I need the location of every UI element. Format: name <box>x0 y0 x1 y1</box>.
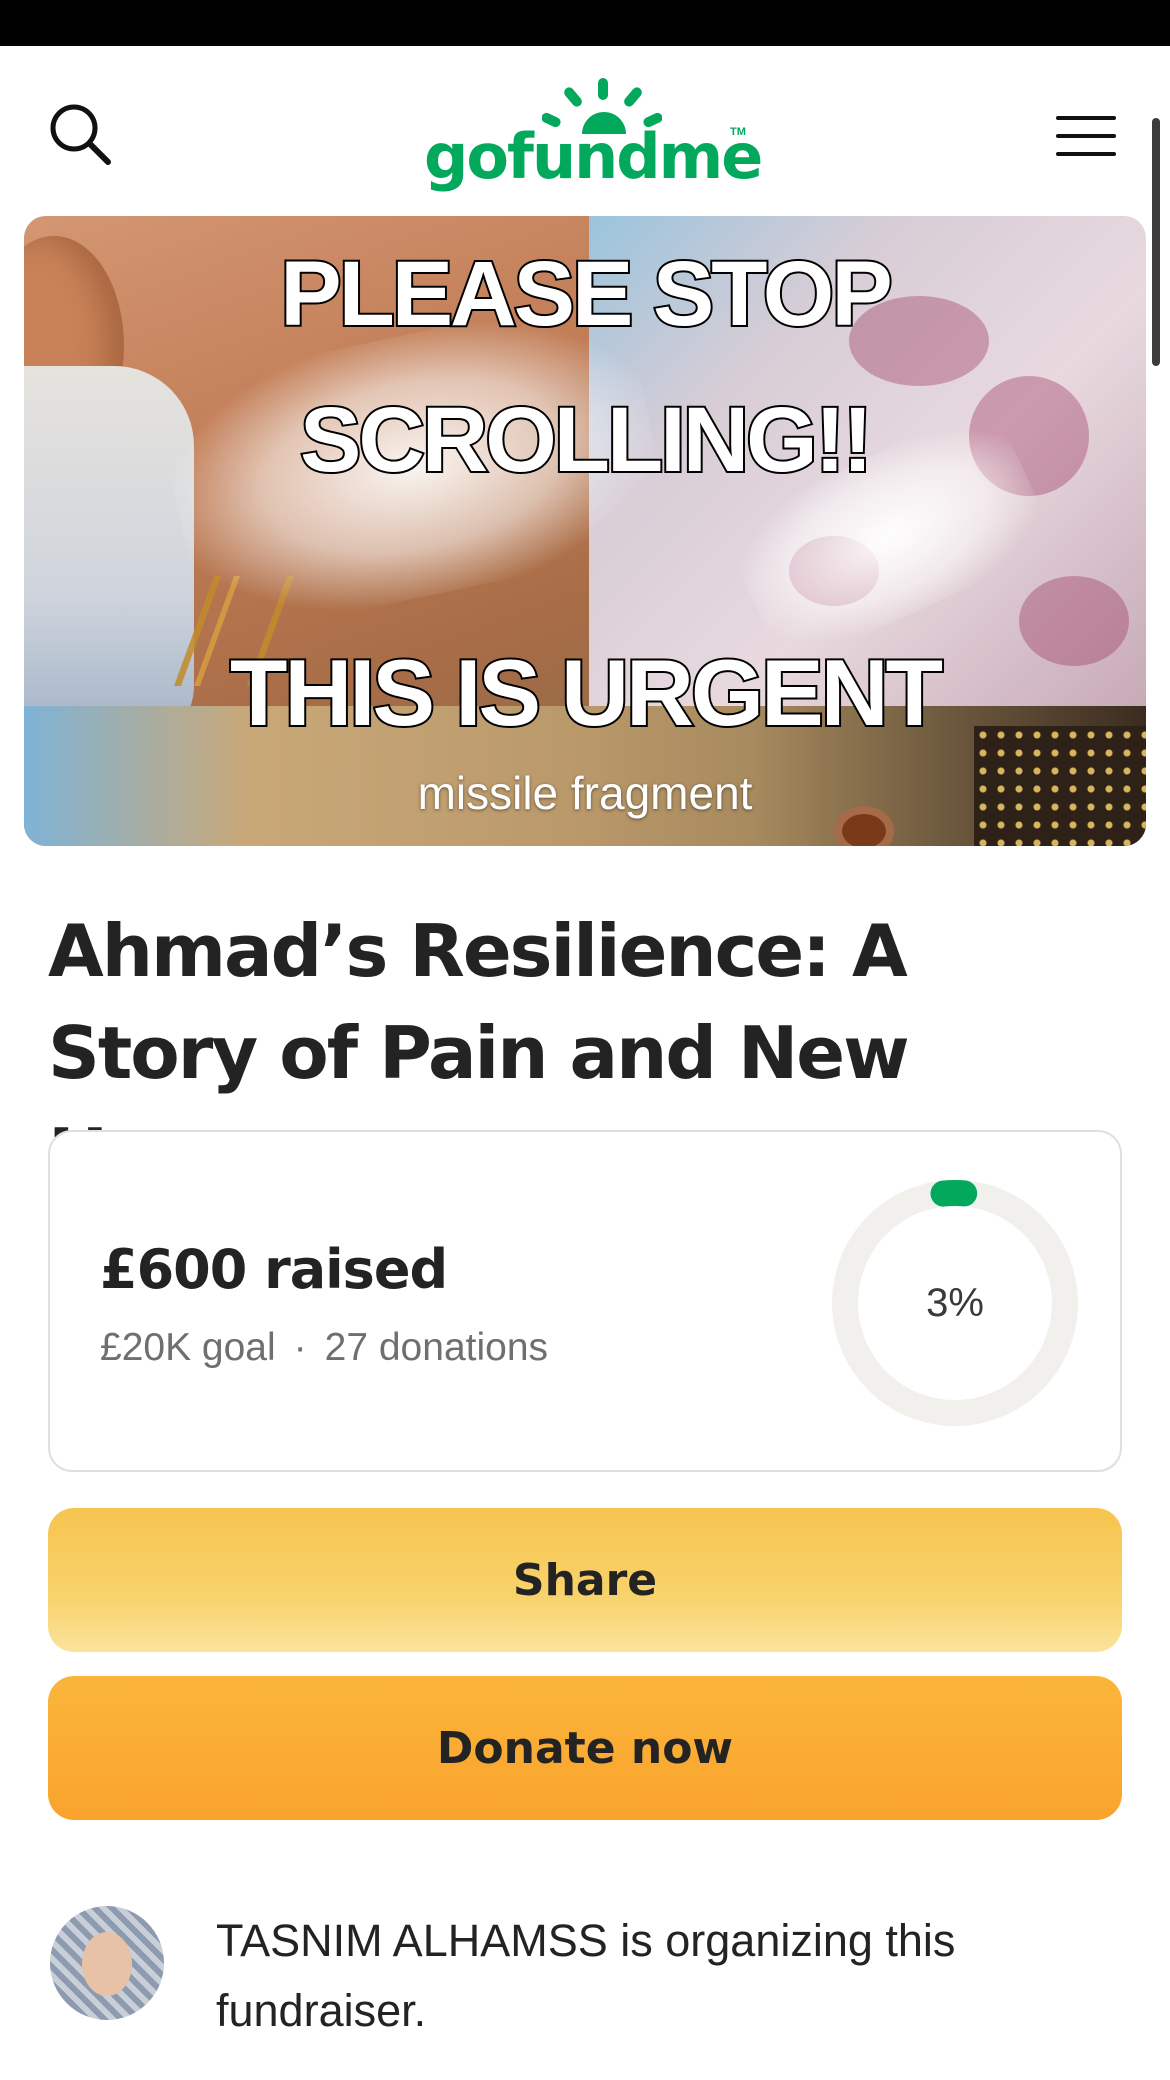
menu-button[interactable] <box>1050 106 1122 166</box>
organizer-avatar[interactable] <box>50 1906 164 2020</box>
hero-headline-1: PLEASE STOP <box>278 243 894 345</box>
donate-button[interactable]: Donate now <box>48 1676 1122 1820</box>
organizer-text: TASNIM ALHAMSS is organizing this fundra… <box>216 1915 956 2036</box>
logo-text: gofundme <box>424 120 763 193</box>
gofundme-logo[interactable]: gofundme TM <box>424 76 763 206</box>
hero-image[interactable]: PLEASE STOP SCROLLING!! THIS IS URGENT m… <box>24 216 1146 846</box>
header: gofundme TM <box>0 46 1170 214</box>
hamburger-menu-icon <box>1056 116 1116 156</box>
search-icon <box>50 104 111 165</box>
amount-raised: £600 raised <box>100 1238 448 1301</box>
hero-caption: missile fragment <box>417 767 753 819</box>
hero-headline-3: THIS IS URGENT <box>228 640 945 745</box>
donation-count: 27 donations <box>324 1326 549 1369</box>
search-button[interactable] <box>46 100 118 172</box>
organizer-info: TASNIM ALHAMSS is organizing this fundra… <box>48 1906 1122 2046</box>
separator-dot: · <box>293 1326 307 1369</box>
hero-headline-2: SCROLLING!! <box>298 389 875 491</box>
scrollbar[interactable] <box>1152 118 1160 366</box>
share-button[interactable]: Share <box>48 1508 1122 1652</box>
logo-trademark: TM <box>730 126 746 138</box>
goal-summary: £20K goal · 27 donations <box>100 1326 548 1370</box>
goal-amount: £20K goal <box>100 1326 276 1369</box>
share-button-label: Share <box>512 1554 658 1606</box>
status-bar <box>0 0 1170 46</box>
donate-button-label: Donate now <box>436 1722 734 1774</box>
progress-card: £600 raised £20K goal · 27 donations 3% <box>48 1130 1122 1472</box>
progress-percent: 3% <box>926 1281 984 1325</box>
